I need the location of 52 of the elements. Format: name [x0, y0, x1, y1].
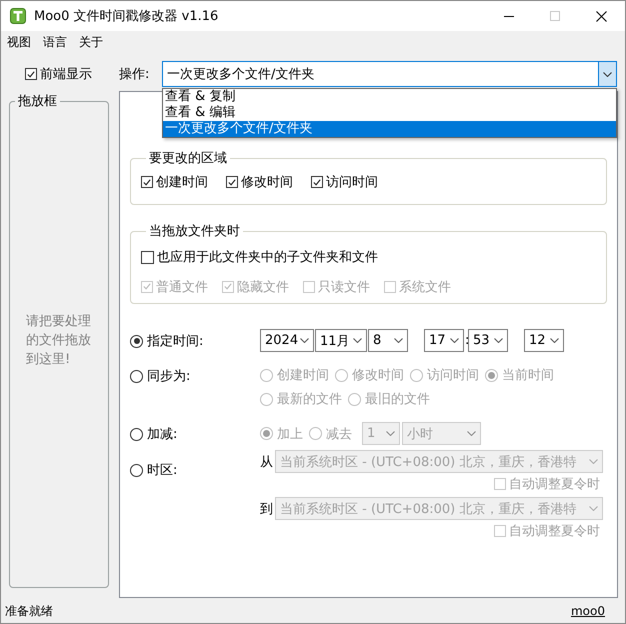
status-text: 准备就绪 [5, 602, 53, 620]
group-title: 拖放框 [17, 93, 58, 110]
window-title: Moo0 文件时间戳修改器 v1.16 [34, 8, 218, 25]
time-separator: : [465, 333, 468, 348]
chevron-icon [589, 506, 598, 511]
second-select[interactable]: 12 [524, 329, 564, 352]
date-select[interactable]: 2024 [260, 329, 314, 352]
check-icon [312, 176, 322, 188]
check-icon [227, 176, 237, 188]
chevron-icon [494, 338, 503, 343]
app-icon [10, 8, 26, 24]
check-icon [223, 281, 233, 292]
operation-label: 操作: [119, 66, 150, 83]
mode-radio[interactable]: 指定时间: [130, 329, 260, 353]
operation-dropdown[interactable]: 一次更改多个文件/文件夹 [162, 61, 617, 87]
chevron-icon [589, 459, 598, 464]
chevron-icon [386, 431, 395, 436]
website-link[interactable]: moo0 [570, 604, 605, 618]
timezone-label: 到 [260, 500, 273, 518]
chevron-icon [603, 72, 612, 76]
hour-select[interactable]: 17 [424, 329, 464, 352]
menu-item[interactable]: 语言 [43, 34, 67, 50]
menu-item[interactable]: 视图 [7, 34, 31, 50]
mode-radio[interactable]: 时区: [130, 460, 260, 480]
chevron-icon [467, 431, 476, 436]
timezone-label: 从 [260, 454, 273, 470]
chevron-icon [450, 338, 459, 343]
minute-select[interactable]: 53 [468, 329, 508, 352]
group-title: 要更改的区域 [148, 150, 228, 167]
check-icon [142, 281, 152, 292]
field-checkbox[interactable]: 创建时间 [141, 173, 208, 191]
mode-radio[interactable]: 同步为: [130, 366, 260, 386]
chevron-icon [550, 338, 559, 343]
date-select[interactable]: 8 [368, 329, 408, 352]
check-icon [26, 68, 36, 80]
always-on-top-checkbox[interactable]: 前端显示 [25, 66, 119, 82]
chevron-icon [353, 338, 362, 343]
dropdown-option[interactable]: 一次更改多个文件/文件夹 [163, 121, 616, 137]
close-icon[interactable] [596, 10, 607, 22]
group-title: 当拖放文件夹时 [148, 223, 241, 240]
mode-radio[interactable]: 加减: [130, 422, 260, 446]
drop-hint: 请把要处理的文件拖放到这里! [26, 312, 92, 368]
menu-item[interactable]: 关于 [79, 34, 103, 50]
dropdown-option[interactable]: 查看 & 编辑 [163, 105, 616, 121]
chevron-icon [300, 338, 309, 343]
check-icon [142, 176, 152, 188]
dropdown-option[interactable]: 查看 & 复制 [163, 89, 616, 105]
field-checkbox[interactable]: 访问时间 [311, 173, 378, 191]
chevron-icon [394, 338, 403, 343]
date-select[interactable]: 11月 [315, 329, 367, 352]
field-checkbox[interactable]: 修改时间 [226, 173, 293, 191]
subfolder-checkbox[interactable]: 也应用于此文件夹中的子文件夹和文件 [141, 248, 378, 266]
